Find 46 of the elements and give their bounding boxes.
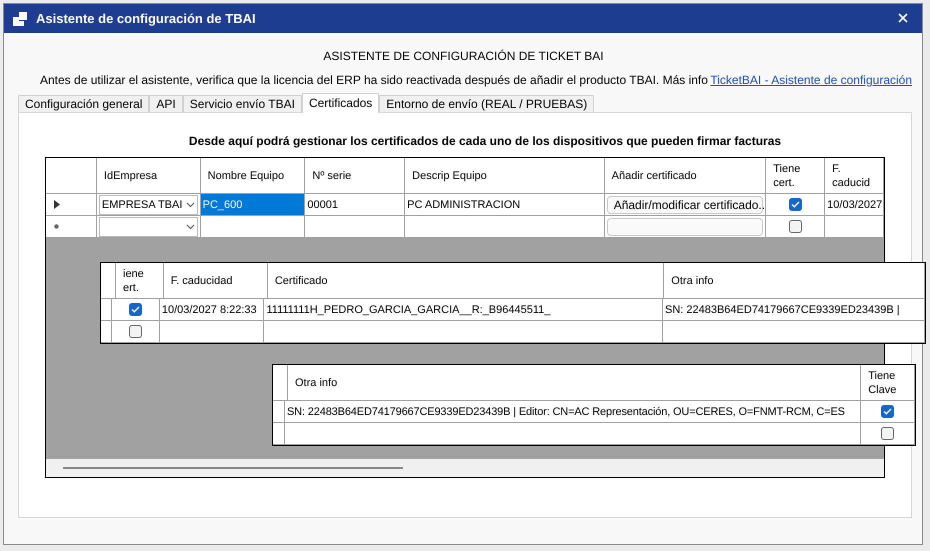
- help-link[interactable]: TicketBAI - Asistente de configuración: [710, 73, 912, 87]
- app-icon: [12, 10, 28, 26]
- tab[interactable]: Certificados: [302, 93, 380, 113]
- column-header: iene ert.: [116, 263, 164, 299]
- wizard-heading: ASISTENTE DE CONFIGURACIÓN DE TICKET BAI: [322, 49, 605, 65]
- checkbox[interactable]: [788, 198, 802, 211]
- checkbox[interactable]: [128, 303, 142, 316]
- checkbox[interactable]: [881, 427, 894, 440]
- checkbox[interactable]: [881, 405, 894, 418]
- tab[interactable]: Entorno de envío (REAL / PRUEBAS): [379, 95, 594, 112]
- tab[interactable]: Servicio envío TBAI: [182, 95, 302, 112]
- table-cell: 10/03/2027: [825, 194, 884, 216]
- chevron-down-icon: [186, 202, 195, 208]
- row-header[interactable]: [46, 194, 97, 216]
- table-cell: SN: 22483B64ED74179667CE9339ED23439B | Editor: CN=AC Representación, OU=CERES, O=FNMT-RCM, C=ES: [285, 401, 861, 423]
- column-header: F. caducid: [825, 158, 884, 194]
- table-cell: 11111111H_PEDRO_GARCIA_GARCIA__R:_B96445511_: [264, 299, 663, 321]
- license-notice: Antes de utilizar el asistente, verifica que la licencia del ERP ha sido reactivada después de añadir el producto TBAI. Más info: [39, 73, 709, 87]
- window-title: Asistente de configuración de TBAI: [36, 11, 257, 26]
- table-cell: PC ADMINISTRACION: [405, 194, 605, 216]
- column-header: Añadir certificado: [604, 158, 766, 194]
- horizontal-scrollbar[interactable]: [46, 459, 884, 477]
- table-cell: 10/03/2027 8:22:33: [160, 299, 264, 321]
- add-certificate-button[interactable]: Añadir/modificar certificado...: [606, 196, 764, 214]
- tab[interactable]: API: [149, 95, 183, 112]
- chevron-down-icon: [186, 224, 195, 230]
- column-header: IdEmpresa: [96, 158, 201, 194]
- instructions-text: Desde aquí podrá gestionar los certificados de cada uno de los dispositivos que pueden firmar facturas: [188, 134, 782, 148]
- corner-header: [101, 263, 116, 299]
- column-header: Tiene Clave: [861, 365, 915, 401]
- table-cell: PC_600: [200, 194, 306, 216]
- column-header: Otra info: [288, 365, 862, 401]
- table-cell: SN: 22483B64ED74179667CE9339ED23439B |: [662, 299, 926, 321]
- corner-header: [273, 365, 288, 401]
- table-cell: 00001: [305, 194, 406, 216]
- column-header: Otra info: [664, 263, 925, 299]
- column-header: Certificado: [268, 263, 664, 299]
- checkbox[interactable]: [788, 220, 802, 233]
- column-header: Nº serie: [305, 158, 406, 194]
- column-header: Descrip Equipo: [405, 158, 605, 194]
- column-header: F. caducidad: [164, 263, 268, 299]
- checkbox[interactable]: [128, 325, 142, 338]
- company-dropdown[interactable]: EMPRESA TBAI: [98, 194, 198, 214]
- column-header: Tiene cert.: [766, 158, 826, 194]
- close-icon: [898, 12, 908, 22]
- tab[interactable]: Configuración general: [18, 95, 150, 112]
